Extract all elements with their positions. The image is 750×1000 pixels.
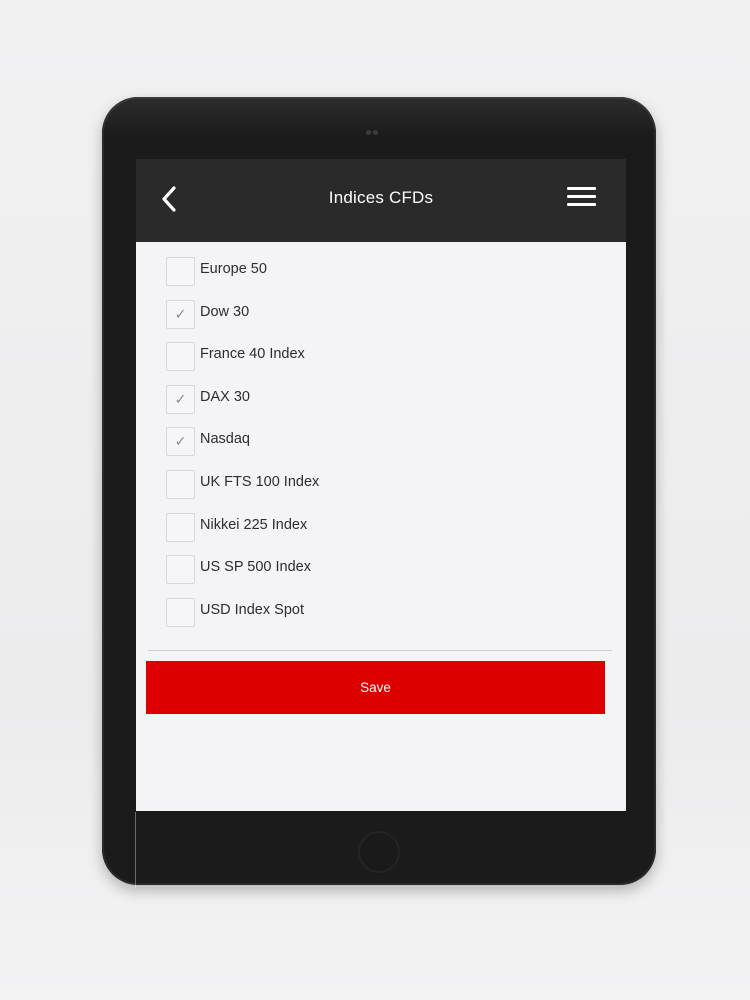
checklist-item-label: Nikkei 225 Index <box>200 517 308 533</box>
checkmark-icon <box>167 556 194 583</box>
checklist-item-label: Nasdaq <box>200 431 250 447</box>
checklist-item-label: DAX 30 <box>200 389 250 405</box>
checklist-item-label: Europe 50 <box>200 261 267 277</box>
checkmark-icon <box>167 343 194 370</box>
checklist-item-dax-30[interactable]: ✓ DAX 30 <box>166 385 566 415</box>
checkmark-icon <box>167 258 194 285</box>
checkmark-icon: ✓ <box>174 392 187 408</box>
checkbox[interactable] <box>166 470 195 499</box>
checklist-item-uk-fts-100[interactable]: UK FTS 100 Index <box>166 470 566 500</box>
checkbox[interactable]: ✓ <box>166 300 195 329</box>
camera-icon <box>366 130 378 136</box>
header-bar: Indices CFDs <box>136 159 626 242</box>
app-screen: Indices CFDs Europe 50 ✓ Dow 30 France 4… <box>136 159 626 811</box>
checklist-item-dow-30[interactable]: ✓ Dow 30 <box>166 300 566 330</box>
checklist-item-nikkei-225[interactable]: Nikkei 225 Index <box>166 513 566 543</box>
checklist-item-label: USD Index Spot <box>200 602 304 618</box>
checkmark-icon: ✓ <box>174 434 187 450</box>
page-title: Indices CFDs <box>328 188 434 207</box>
checklist-item-usd-index-spot[interactable]: USD Index Spot <box>166 598 566 628</box>
glass-reflection <box>135 812 136 888</box>
checklist-item-label: France 40 Index <box>200 346 305 362</box>
checkmark-icon: ✓ <box>174 307 187 323</box>
checkbox[interactable]: ✓ <box>166 427 195 456</box>
save-button[interactable]: Save <box>146 661 605 714</box>
hamburger-menu-icon <box>567 187 596 190</box>
checklist-item-label: Dow 30 <box>200 304 250 320</box>
checklist-item-europe-50[interactable]: Europe 50 <box>166 257 566 287</box>
checkbox[interactable]: ✓ <box>166 385 195 414</box>
checkmark-icon <box>167 471 194 498</box>
checkbox[interactable] <box>166 598 195 627</box>
checkbox[interactable] <box>166 342 195 371</box>
checkbox[interactable] <box>166 555 195 584</box>
checklist-item-label: UK FTS 100 Index <box>200 474 320 490</box>
checklist-item-nasdaq[interactable]: ✓ Nasdaq <box>166 427 566 457</box>
home-button[interactable] <box>358 831 400 873</box>
checklist-item-label: US SP 500 Index <box>200 559 311 575</box>
checkmark-icon <box>167 599 194 626</box>
checkmark-icon <box>167 514 194 541</box>
checkbox[interactable] <box>166 513 195 542</box>
checklist-item-us-sp-500[interactable]: US SP 500 Index <box>166 555 566 585</box>
menu-button[interactable] <box>566 186 598 212</box>
divider <box>148 650 612 651</box>
checklist-item-france-40[interactable]: France 40 Index <box>166 342 566 372</box>
checkbox[interactable] <box>166 257 195 286</box>
